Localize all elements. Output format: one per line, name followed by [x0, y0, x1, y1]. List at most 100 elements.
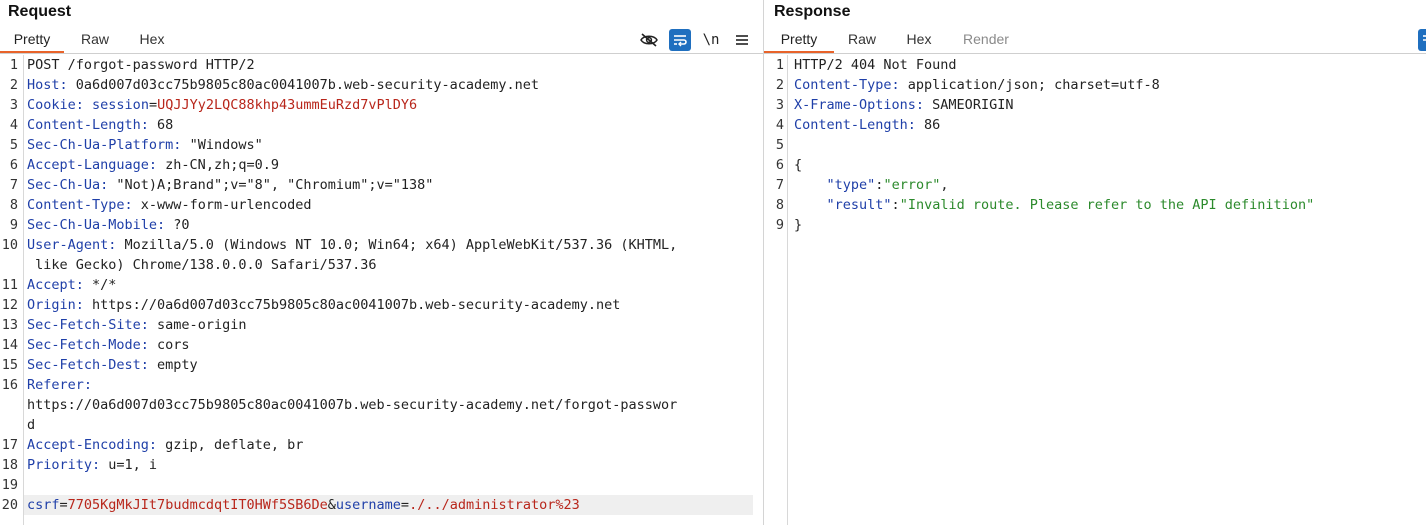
token: d: [27, 417, 36, 433]
code-line[interactable]: 6 Accept-Language: zh-CN,zh;q=0.9: [0, 155, 763, 175]
code-line[interactable]: 12 Origin: https://0a6d007d03cc75b9805c80…: [0, 295, 763, 315]
tab-hex[interactable]: Hex: [124, 29, 180, 52]
hamburger-menu-icon[interactable]: [731, 29, 753, 51]
line-number: 5: [9, 137, 18, 153]
line-number: 18: [1, 457, 18, 473]
token: HTTP/2 404 Not Found: [794, 57, 957, 73]
code-line[interactable]: 20 csrf=7705KgMkJIt7budmcdqtIT0HWf5SB6De&…: [0, 495, 763, 515]
tab-raw[interactable]: Raw: [836, 29, 888, 52]
token: Mozilla/5.0 (Windows NT 10.0; Win64; x64…: [116, 237, 678, 253]
code-line[interactable]: https://0a6d007d03cc75b9805c80ac0041007b…: [0, 395, 763, 415]
line-number: 20: [1, 497, 18, 513]
code-line[interactable]: 14 Sec-Fetch-Mode: cors: [0, 335, 763, 355]
code-line[interactable]: 17 Accept-Encoding: gzip, deflate, br: [0, 435, 763, 455]
request-editor[interactable]: 1 POST /forgot-password HTTP/2 2 Host: 0a6d…: [0, 55, 763, 525]
code-line[interactable]: 2 Content-Type: application/json; charset…: [764, 75, 1426, 95]
code-line[interactable]: 19: [0, 475, 763, 495]
code-line[interactable]: 6{: [764, 155, 1426, 175]
code-line[interactable]: 1 POST /forgot-password HTTP/2: [0, 55, 763, 75]
line-content: Referer:: [27, 375, 763, 395]
code-line[interactable]: 18 Priority: u=1, i: [0, 455, 763, 475]
line-content: }: [794, 215, 1426, 235]
token: =: [148, 97, 158, 113]
code-line[interactable]: 4 Content-Length: 86: [764, 115, 1426, 135]
token: https://0a6d007d03cc75b9805c80ac0041007b…: [27, 397, 678, 413]
newline-toggle[interactable]: \n: [700, 29, 722, 51]
token: ,: [940, 177, 949, 193]
code-line[interactable]: 3 Cookie: session=UQJJYy2LQC88khp43ummEuR…: [0, 95, 763, 115]
line-content: Priority: u=1, i: [27, 455, 763, 475]
token: like Gecko) Chrome/138.0.0.0 Safari/537.…: [27, 257, 377, 273]
token: same-origin: [148, 317, 247, 333]
line-content: Content-Type: x-www-form-urlencoded: [27, 195, 763, 215]
line-number: 17: [1, 437, 18, 453]
line-content: "result":"Invalid route. Please refer to…: [794, 195, 1426, 215]
wrap-lines-icon[interactable]: [1418, 29, 1426, 51]
tab-hex[interactable]: Hex: [892, 29, 946, 52]
token: cors: [148, 337, 190, 353]
code-line[interactable]: 3 X-Frame-Options: SAMEORIGIN: [764, 95, 1426, 115]
eye-slash-icon[interactable]: [638, 29, 660, 51]
code-line[interactable]: 9 Sec-Ch-Ua-Mobile: ?0: [0, 215, 763, 235]
line-content: Sec-Ch-Ua: "Not)A;Brand";v="8", "Chromiu…: [27, 175, 763, 195]
line-content: {: [794, 155, 1426, 175]
line-number: 1: [9, 57, 18, 73]
token: ./../administrator%23: [409, 497, 580, 513]
code-line[interactable]: 4 Content-Length: 68: [0, 115, 763, 135]
line-content: Accept-Language: zh-CN,zh;q=0.9: [27, 155, 763, 175]
line-number: 7: [9, 177, 18, 193]
code-line[interactable]: 15 Sec-Fetch-Dest: empty: [0, 355, 763, 375]
code-line[interactable]: 5: [764, 135, 1426, 155]
code-line[interactable]: 2 Host: 0a6d007d03cc75b9805c80ac0041007b.…: [0, 75, 763, 95]
code-line[interactable]: 13 Sec-Fetch-Site: same-origin: [0, 315, 763, 335]
code-line[interactable]: 7 "type":"error",: [764, 175, 1426, 195]
line-number: 8: [9, 197, 18, 213]
line-number: 6: [775, 157, 784, 173]
token: https://0a6d007d03cc75b9805c80ac0041007b…: [83, 297, 621, 313]
tab-raw[interactable]: Raw: [66, 29, 124, 52]
line-number: 5: [775, 137, 784, 153]
code-line[interactable]: 9}: [764, 215, 1426, 235]
token: Sec-Ch-Ua-Platform:: [27, 137, 182, 153]
token: */*: [83, 277, 117, 293]
wrap-lines-icon[interactable]: [669, 29, 691, 51]
line-content: Host: 0a6d007d03cc75b9805c80ac0041007b.w…: [27, 75, 763, 95]
line-content: d: [27, 415, 763, 435]
code-line[interactable]: 7 Sec-Ch-Ua: "Not)A;Brand";v="8", "Chromi…: [0, 175, 763, 195]
tab-render[interactable]: Render: [950, 29, 1022, 52]
request-tabs: Pretty Raw Hex \n: [0, 29, 763, 54]
code-line[interactable]: 5 Sec-Ch-Ua-Platform: "Windows": [0, 135, 763, 155]
code-line[interactable]: 1 HTTP/2 404 Not Found: [764, 55, 1426, 75]
line-number: 15: [1, 357, 18, 373]
token: "Windows": [181, 137, 263, 153]
line-content: Origin: https://0a6d007d03cc75b9805c80ac…: [27, 295, 763, 315]
code-line[interactable]: 16 Referer:: [0, 375, 763, 395]
line-content: Content-Length: 68: [27, 115, 763, 135]
tab-pretty[interactable]: Pretty: [764, 29, 834, 53]
token: =: [59, 497, 68, 513]
token: username: [335, 497, 401, 513]
token: UQJJYy2LQC88khp43ummEuRzd7vPlDY6: [157, 97, 418, 113]
code-line[interactable]: 8 Content-Type: x-www-form-urlencoded: [0, 195, 763, 215]
line-content: User-Agent: Mozilla/5.0 (Windows NT 10.0…: [27, 235, 763, 255]
token: Host:: [27, 77, 68, 93]
code-line[interactable]: 10 User-Agent: Mozilla/5.0 (Windows NT 10…: [0, 235, 763, 255]
code-line[interactable]: 11 Accept: */*: [0, 275, 763, 295]
token: csrf: [27, 497, 60, 513]
line-content: Sec-Fetch-Site: same-origin: [27, 315, 763, 335]
token: 68: [148, 117, 174, 133]
code-line[interactable]: 8 "result":"Invalid route. Please refer …: [764, 195, 1426, 215]
token: &: [327, 497, 336, 513]
line-content: Content-Type: application/json; charset=…: [794, 75, 1426, 95]
code-line[interactable]: like Gecko) Chrome/138.0.0.0 Safari/537.…: [0, 255, 763, 275]
token: {: [794, 157, 803, 173]
tab-pretty[interactable]: Pretty: [0, 29, 64, 53]
line-content: Sec-Fetch-Dest: empty: [27, 355, 763, 375]
code-line[interactable]: d: [0, 415, 763, 435]
token: "Invalid route. Please refer to the API …: [899, 197, 1315, 213]
token: User-Agent:: [27, 237, 117, 253]
line-content: POST /forgot-password HTTP/2: [27, 55, 763, 75]
response-editor[interactable]: 1 HTTP/2 404 Not Found 2 Content-Type: appl…: [764, 55, 1426, 525]
